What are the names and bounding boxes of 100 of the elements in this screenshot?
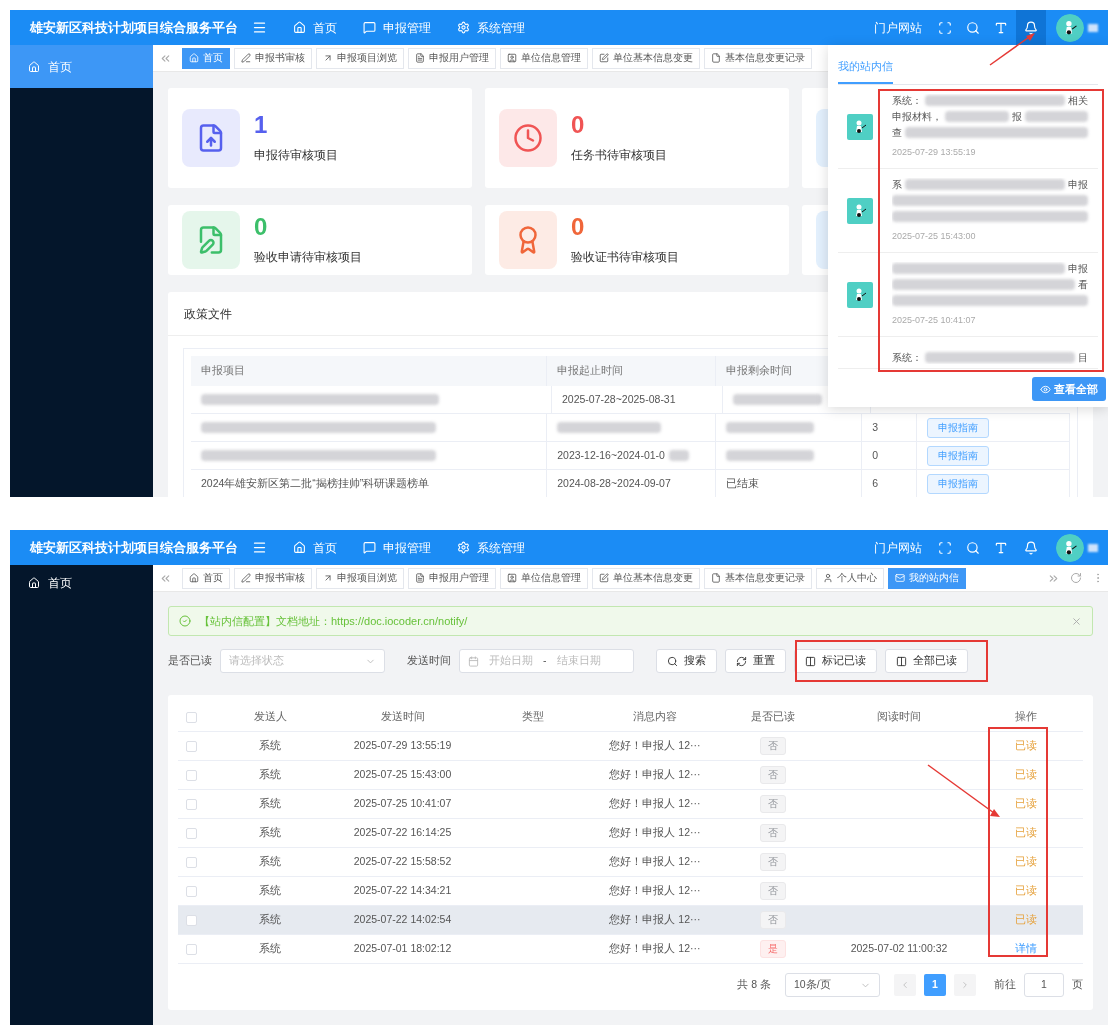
next-page-button[interactable] xyxy=(954,974,976,996)
table-cell: 您好！申报人 12··· xyxy=(609,941,701,957)
close-icon[interactable] xyxy=(1071,615,1082,627)
checkbox[interactable] xyxy=(186,943,197,955)
table-cell: 2025-07-22 14:02:54 xyxy=(353,912,452,928)
table-cell-text: 2024年雄安新区第二批“揭榜挂帅”科研课题榜单 xyxy=(201,475,430,491)
message-text: 申报 xyxy=(1068,178,1088,193)
checkbox[interactable] xyxy=(186,798,197,810)
page-size-value: 10条/页 xyxy=(794,977,832,993)
app-title: 雄安新区科技计划项目综合服务平台 xyxy=(30,18,238,37)
read-status-tag: 否 xyxy=(759,795,786,813)
search-icon[interactable] xyxy=(966,20,980,35)
arrow-icon xyxy=(323,573,333,583)
checkbox[interactable] xyxy=(186,856,197,868)
id-card-icon xyxy=(507,53,517,63)
table-cell: 2025-07-22 14:34:21 xyxy=(353,883,452,899)
filter-button[interactable]: 搜索 xyxy=(656,649,717,673)
filter-label: 发送时间 xyxy=(407,653,451,669)
checkbox[interactable] xyxy=(186,914,197,926)
tab[interactable]: 单位基本信息变更 xyxy=(592,567,700,589)
fullscreen-icon[interactable] xyxy=(938,540,952,555)
tab[interactable]: 单位信息管理 xyxy=(500,567,588,589)
filter-label: 是否已读 xyxy=(168,653,212,669)
sidebar-label: 首页 xyxy=(48,58,72,76)
checkbox[interactable] xyxy=(186,885,197,897)
tab[interactable]: 申报项目浏览 xyxy=(316,567,404,589)
table-cell: 系统 xyxy=(259,854,281,870)
avatar-icon xyxy=(1056,533,1084,562)
tab[interactable]: 申报用户管理 xyxy=(408,567,496,589)
end-date-placeholder: 结束日期 xyxy=(556,653,601,669)
range-separator: - xyxy=(543,653,547,669)
table-cell: 您好！申报人 12··· xyxy=(609,738,701,754)
font-size-icon[interactable] xyxy=(994,20,1008,35)
column-header: 消息内容 xyxy=(633,709,677,725)
checkbox[interactable] xyxy=(186,769,197,781)
tab[interactable]: 单位基本信息变更 xyxy=(592,47,700,69)
filter-button[interactable]: 标记已读 xyxy=(794,649,877,673)
page-number-field[interactable]: 1 xyxy=(1024,973,1064,997)
read-status-tag: 否 xyxy=(759,911,786,929)
bell-button[interactable] xyxy=(1016,10,1046,45)
table-cell: 系统 xyxy=(259,738,281,754)
tab[interactable]: 申报书审核 xyxy=(234,567,312,589)
message-text: 系统： xyxy=(892,350,922,364)
message-text: 目 xyxy=(1078,350,1088,364)
stat-label: 验收申请待审核项目 xyxy=(254,249,362,266)
sidebar-item[interactable]: 首页 xyxy=(10,565,153,601)
font-size-icon[interactable] xyxy=(994,540,1008,555)
column-header: 操作 xyxy=(1014,709,1037,725)
checkbox[interactable] xyxy=(186,711,197,723)
filter-button[interactable]: 重置 xyxy=(725,649,786,673)
home-icon xyxy=(28,577,40,589)
avatar-icon xyxy=(847,113,873,140)
filter-button[interactable]: 全部已读 xyxy=(885,649,968,673)
tab[interactable]: 申报用户管理 xyxy=(408,47,496,69)
tab[interactable]: 单位信息管理 xyxy=(500,47,588,69)
chevron-left-icon xyxy=(900,980,910,990)
file-icon xyxy=(711,573,721,583)
column-header: 申报项目 xyxy=(201,363,245,379)
stat-label: 任务书待审核项目 xyxy=(571,147,667,164)
message-item[interactable]: 系 申报 2025-07-25 15:43:00 xyxy=(838,169,1098,253)
columns-icon xyxy=(896,655,907,667)
alert-text: 【站内信配置】文档地址：https://doc.iocoder.cn/notify/ xyxy=(199,613,469,629)
table-cell-text: 2023-12-16~2024-01-0 xyxy=(557,447,665,463)
blurred-text xyxy=(668,450,689,461)
stat-label: 申报待审核项目 xyxy=(254,147,338,164)
message-item[interactable]: 系统： 目 xyxy=(838,337,1098,369)
tab[interactable]: 基本信息变更记录 xyxy=(704,47,812,69)
fullscreen-icon[interactable] xyxy=(938,20,952,35)
refresh-icon[interactable] xyxy=(1070,572,1082,584)
tab[interactable]: 首页 xyxy=(182,567,230,589)
tab[interactable]: 基本信息变更记录 xyxy=(704,567,812,589)
column-header: 发送时间 xyxy=(380,709,425,725)
message-item[interactable]: 申报 看 2025-07-25 10:41:07 xyxy=(838,253,1098,337)
table-cell: 系统 xyxy=(259,767,281,783)
page-size-select[interactable]: 10条/页 xyxy=(785,973,880,997)
tab[interactable]: 个人中心 xyxy=(816,567,884,589)
checkbox[interactable] xyxy=(186,740,197,752)
checkbox[interactable] xyxy=(186,827,197,839)
table-row[interactable]: 系统 2025-07-22 14:02:54 您好！申报人 12··· 否 已读 xyxy=(178,906,1083,935)
table-cell: 您好！申报人 12··· xyxy=(609,767,701,783)
stat-count: 0 xyxy=(571,214,586,240)
date-range-field[interactable]: 开始日期 - 结束日期 xyxy=(459,649,634,673)
menu-icon[interactable] xyxy=(252,20,267,35)
table-cell-text: 2024-08-28~2024-09-07 xyxy=(557,475,671,491)
column-header: 发送人 xyxy=(253,709,287,725)
table-cell: 2025-07-25 10:41:07 xyxy=(353,796,452,812)
menu-icon[interactable] xyxy=(252,540,267,555)
search-icon[interactable] xyxy=(966,540,980,555)
home-icon xyxy=(189,573,199,583)
columns-icon xyxy=(805,655,816,667)
message-item[interactable]: 系统： 相关 申报材料， 报 查 2025-07-29 13:55:19 xyxy=(838,85,1098,169)
table-cell: 系统 xyxy=(259,883,281,899)
bell-icon xyxy=(1024,540,1038,555)
table-cell-text: 0 xyxy=(872,447,879,463)
tab[interactable]: 申报项目浏览 xyxy=(316,47,404,69)
prev-page-button[interactable] xyxy=(894,974,916,996)
document-icon xyxy=(415,573,425,583)
tab[interactable]: 申报书审核 xyxy=(234,47,312,69)
refresh-icon xyxy=(736,655,747,667)
start-date-placeholder: 开始日期 xyxy=(489,653,533,669)
